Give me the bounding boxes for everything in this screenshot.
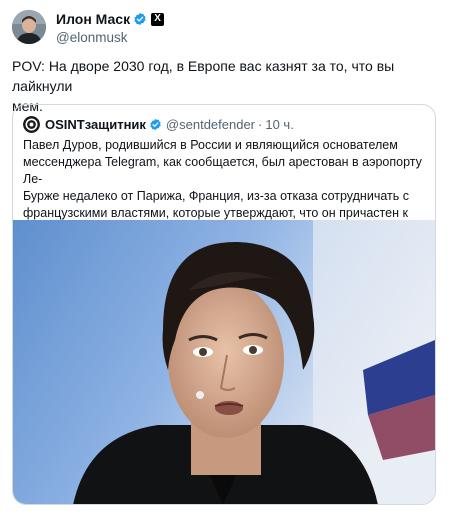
quoted-tweet-photo[interactable] [13,220,435,504]
quoted-author-handle[interactable]: @sentdefender [166,117,255,132]
x-logo-icon: X [151,12,165,26]
tweet[interactable]: Илон Маск X @elonmusk POV: На дворе 2030… [0,0,452,520]
tweet-header: Илон Маск X @elonmusk [12,10,432,45]
author-handle[interactable]: @elonmusk [56,30,164,45]
quoted-tweet[interactable]: OSINTзащитник @sentdefender · 10 ч. Паве… [12,104,436,505]
author-name[interactable]: Илон Маск [56,11,130,27]
quoted-timestamp[interactable]: 10 ч. [265,117,293,132]
avatar[interactable] [12,10,46,44]
verified-checkmark-icon [150,118,161,130]
quoted-tweet-header: OSINTзащитник @sentdefender · 10 ч. [23,115,294,133]
quoted-avatar[interactable] [23,115,40,133]
separator-dot: · [258,116,263,132]
quoted-author-name[interactable]: OSINTзащитник [45,117,146,132]
verified-checkmark-icon [134,12,146,26]
